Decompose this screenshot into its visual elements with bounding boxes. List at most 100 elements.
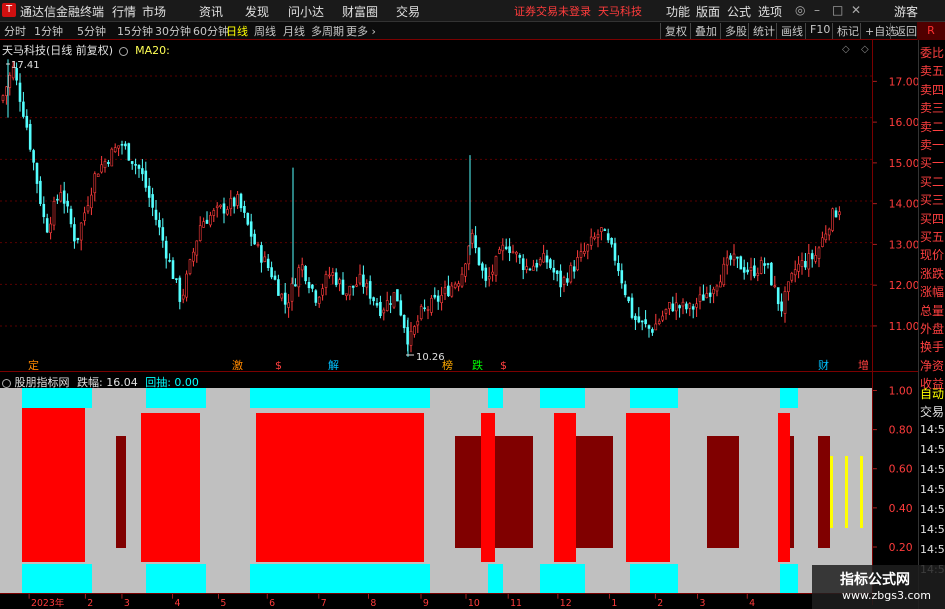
- tab-5min[interactable]: 5分钟: [77, 23, 106, 39]
- candle-body: [705, 293, 709, 298]
- help-icon[interactable]: ◎: [795, 3, 805, 17]
- settings-circle-icon[interactable]: [118, 46, 128, 56]
- indicator-chart[interactable]: [0, 388, 872, 593]
- candle-body: [416, 320, 420, 326]
- candle-body: [419, 306, 423, 320]
- menu-wenxiaoda[interactable]: 问小达: [288, 3, 324, 20]
- candle-body: [260, 245, 263, 263]
- tab-monthly[interactable]: 月线: [283, 23, 305, 39]
- main-y-ticks: 17.00 16.00 15.00 14.00 13.00 12.00 11.00: [873, 75, 918, 333]
- tab-15min[interactable]: 15分钟: [117, 23, 153, 39]
- login-notice[interactable]: 证券交易未登录 天马科技: [514, 3, 642, 19]
- btn-fuquan[interactable]: 复权: [660, 23, 687, 39]
- candle-body: [396, 289, 399, 302]
- event-mark[interactable]: 跌: [472, 358, 483, 370]
- diamond-icon-2[interactable]: ◇: [861, 44, 869, 55]
- btn-biaoji[interactable]: 标记: [832, 23, 859, 39]
- btn-back[interactable]: 返回: [890, 23, 917, 39]
- menu-caifuquan[interactable]: 财富圈: [342, 3, 378, 20]
- close-icon[interactable]: ✕: [851, 3, 861, 17]
- candle-body: [793, 269, 797, 276]
- sub-y-tick-label: 0.20: [889, 541, 913, 554]
- event-mark[interactable]: $: [275, 359, 282, 370]
- menu-banmian[interactable]: 版面: [696, 3, 720, 20]
- menu-jiaoyi[interactable]: 交易: [396, 3, 420, 20]
- quote-time: 14:56: [920, 463, 945, 476]
- menu-hangqing[interactable]: 行情: [112, 3, 136, 20]
- settings-circle-icon-sub[interactable]: [2, 378, 11, 388]
- menu-xuanxiang[interactable]: 选项: [758, 3, 782, 20]
- candle-body: [365, 282, 369, 288]
- candle-body: [96, 173, 100, 177]
- pane-divider[interactable]: [0, 371, 918, 372]
- quote-lower-label[interactable]: 交易: [920, 403, 944, 420]
- candle-body: [685, 303, 688, 310]
- event-mark[interactable]: 增: [858, 358, 869, 370]
- event-mark[interactable]: 激: [232, 358, 243, 370]
- btn-f10[interactable]: F10: [805, 23, 830, 39]
- candle-body: [491, 271, 494, 275]
- candle-body: [583, 251, 586, 254]
- tab-30min[interactable]: 30分钟: [155, 23, 191, 39]
- date-tick-label: 6: [269, 598, 275, 609]
- tab-daily[interactable]: 日线: [226, 23, 248, 39]
- candle-body: [569, 265, 573, 283]
- candle-body: [246, 212, 250, 225]
- quote-label: 买四: [920, 211, 945, 226]
- candle-body: [300, 264, 304, 271]
- candle-body: [763, 263, 766, 266]
- btn-huaxian[interactable]: 画线: [776, 23, 803, 39]
- gray-background: [0, 388, 872, 593]
- tab-more[interactable]: 更多 ›: [346, 23, 376, 39]
- tab-60min[interactable]: 60分钟: [193, 23, 229, 39]
- menu-faxian[interactable]: 发现: [245, 3, 269, 20]
- minimize-icon[interactable]: –: [814, 3, 820, 17]
- date-tick-label: 1: [611, 598, 617, 609]
- candle-body: [144, 170, 148, 188]
- guest-user[interactable]: 游客: [894, 3, 918, 20]
- btn-tongji[interactable]: 统计: [748, 23, 775, 39]
- menu-shichang[interactable]: 市场: [142, 3, 166, 20]
- candle-body: [797, 263, 800, 272]
- candle-body: [345, 293, 348, 296]
- diamond-icon[interactable]: ◇: [842, 44, 850, 55]
- tab-1min[interactable]: 1分钟: [34, 23, 63, 39]
- watermark: 指标公式网 www.zbgs3.com: [812, 565, 945, 609]
- maximize-icon[interactable]: □: [832, 3, 843, 17]
- event-mark[interactable]: 财: [818, 358, 829, 370]
- btn-diejia[interactable]: 叠加: [690, 23, 717, 39]
- menu-gongshi[interactable]: 公式: [727, 3, 751, 20]
- candle-body: [654, 323, 658, 331]
- event-mark[interactable]: 解: [328, 358, 339, 370]
- candle-body: [389, 303, 392, 305]
- candle-body: [277, 279, 280, 296]
- candle-body: [753, 265, 756, 277]
- candle-body: [525, 266, 528, 270]
- candle-body: [66, 200, 69, 207]
- tab-multi-period[interactable]: 多周期: [311, 23, 344, 39]
- candle-body: [423, 307, 426, 310]
- menu-zixun[interactable]: 资讯: [199, 3, 223, 20]
- quote-label: 涨幅: [920, 285, 945, 300]
- candle-body: [627, 296, 630, 302]
- btn-duogu[interactable]: 多股: [720, 23, 747, 39]
- tab-weekly[interactable]: 周线: [254, 23, 276, 39]
- candle-body: [270, 267, 273, 278]
- event-mark[interactable]: 定: [28, 358, 39, 370]
- candle-body: [355, 284, 358, 287]
- candle-body: [613, 243, 617, 261]
- corner-r-button[interactable]: R: [917, 22, 945, 40]
- candle-body: [100, 164, 103, 173]
- candle-body: [773, 285, 777, 288]
- event-mark[interactable]: 榜: [442, 358, 453, 370]
- menu-gongneng[interactable]: 功能: [666, 3, 690, 20]
- quote-lower-label[interactable]: 自动: [920, 385, 944, 402]
- candlestick-chart[interactable]: 17.41 10.26 ◇ ◇ 定 激 $ 解 榜 跌 $ 财 增: [0, 40, 872, 370]
- candle-body: [239, 193, 243, 209]
- y-tick-label: 13.00: [889, 238, 918, 251]
- quote-label: 卖四: [920, 82, 945, 97]
- candle-body: [586, 244, 590, 252]
- tab-fenshi[interactable]: 分时: [4, 23, 26, 39]
- event-mark[interactable]: $: [500, 359, 507, 370]
- candle-body: [739, 256, 743, 270]
